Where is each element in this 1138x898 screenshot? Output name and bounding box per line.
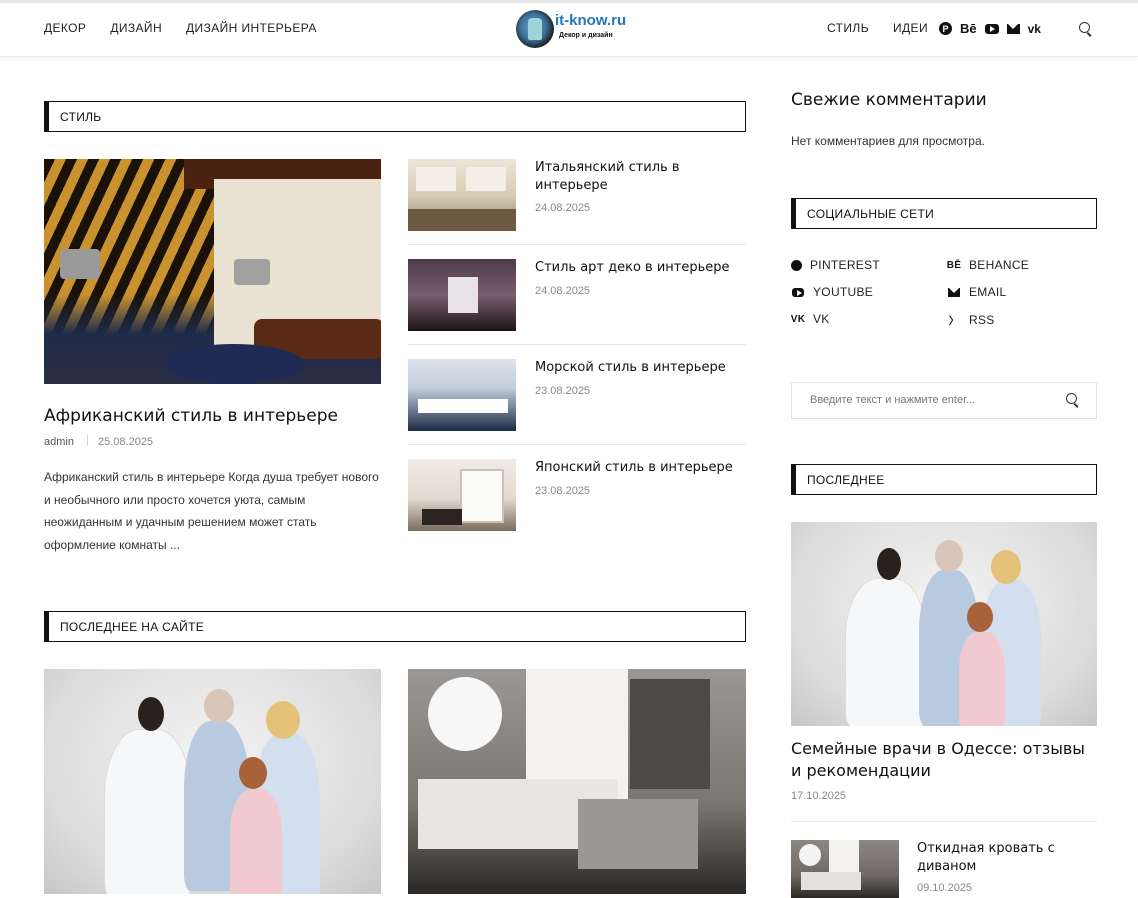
- main-nav-right: СТИЛЬ ИДЕИ: [827, 21, 928, 35]
- post-thumb-japanese[interactable]: [408, 459, 516, 531]
- header-icons: P Bē vk: [939, 21, 1092, 36]
- post-title-artdeco[interactable]: Стиль арт деко в интерьере: [535, 259, 730, 277]
- nav-item-decor[interactable]: ДЕКОР: [44, 21, 86, 35]
- latest-post-image-foldbed[interactable]: [408, 669, 746, 894]
- rss-icon: 〉: [948, 316, 960, 327]
- post-thumb-marine[interactable]: [408, 359, 516, 431]
- youtube-icon: [791, 287, 805, 297]
- featured-post-author[interactable]: admin: [44, 436, 74, 448]
- recent-post-date-foldbed: 09.10.2025: [917, 882, 973, 894]
- logo-tagline: Декор и дизайн: [559, 32, 613, 39]
- search-icon[interactable]: [1066, 393, 1079, 406]
- post-date-italian: 24.08.2025: [535, 202, 591, 214]
- sidebar-search-input[interactable]: Введите текст и нажмите enter...: [791, 382, 1097, 419]
- section-heading-social[interactable]: СОЦИАЛЬНЫЕ СЕТИ: [791, 198, 1097, 229]
- nav-item-ideas[interactable]: ИДЕИ: [893, 21, 928, 35]
- youtube-icon[interactable]: [984, 23, 999, 34]
- pinterest-icon[interactable]: P: [939, 22, 952, 35]
- featured-post-title[interactable]: Африканский стиль в интерьере: [44, 406, 338, 426]
- vk-icon[interactable]: vk: [1028, 22, 1041, 36]
- social-link-youtube[interactable]: YOUTUBE: [791, 285, 873, 299]
- section-heading-latest[interactable]: ПОСЛЕДНЕЕ НА САЙТЕ: [44, 611, 746, 642]
- recent-post-date-doctors: 17.10.2025: [791, 790, 847, 802]
- social-link-vk[interactable]: vk VK: [791, 312, 830, 326]
- post-thumb-artdeco[interactable]: [408, 259, 516, 331]
- recent-comments-title: Свежие комментарии: [791, 90, 987, 110]
- email-icon[interactable]: [1006, 23, 1020, 34]
- search-icon[interactable]: [1078, 22, 1092, 35]
- email-icon: [947, 287, 961, 297]
- social-link-behance[interactable]: Bē BEHANCE: [947, 258, 1029, 272]
- post-title-japanese[interactable]: Японский стиль в интерьере: [535, 459, 733, 477]
- no-comments-text: Нет комментариев для просмотра.: [791, 134, 985, 148]
- logo-chair-icon: [516, 10, 554, 48]
- pinterest-icon: P: [791, 259, 802, 271]
- post-date-japanese: 23.08.2025: [535, 485, 591, 497]
- list-divider: [408, 344, 746, 345]
- post-date-marine: 23.08.2025: [535, 385, 591, 397]
- nav-item-design[interactable]: ДИЗАЙН: [110, 21, 162, 35]
- logo-text: it-know.ru: [555, 12, 627, 29]
- main-nav-left: ДЕКОР ДИЗАЙН ДИЗАЙН ИНТЕРЬЕРА: [44, 21, 341, 35]
- social-link-email[interactable]: EMAIL: [947, 285, 1007, 299]
- meta-separator: |: [86, 434, 89, 446]
- vk-icon: vk: [790, 313, 806, 325]
- post-thumb-italian[interactable]: [408, 159, 516, 231]
- featured-post-image[interactable]: [44, 159, 381, 384]
- latest-post-image-doctors[interactable]: [44, 669, 381, 894]
- list-divider: [791, 821, 1097, 822]
- post-title-italian[interactable]: Итальянский стиль в интерьере: [535, 159, 735, 195]
- list-divider: [408, 244, 746, 245]
- social-link-pinterest[interactable]: P PINTEREST: [791, 258, 880, 272]
- recent-post-title-foldbed[interactable]: Откидная кровать с диваном: [917, 840, 1097, 876]
- section-heading-style[interactable]: СТИЛЬ: [44, 101, 746, 132]
- social-link-rss[interactable]: 〉 RSS: [947, 312, 995, 328]
- featured-post-date: 25.08.2025: [98, 436, 154, 448]
- menu-icon[interactable]: [1049, 23, 1065, 35]
- list-divider: [408, 444, 746, 445]
- post-date-artdeco: 24.08.2025: [535, 285, 591, 297]
- post-title-marine[interactable]: Морской стиль в интерьере: [535, 359, 726, 377]
- nav-item-style[interactable]: СТИЛЬ: [827, 21, 869, 35]
- recent-post-title-doctors[interactable]: Семейные врачи в Одессе: отзывы и рекомен…: [791, 738, 1101, 782]
- behance-icon: Bē: [946, 259, 962, 271]
- site-logo[interactable]: it-know.ru Декор и дизайн: [516, 10, 636, 50]
- nav-item-interior-design[interactable]: ДИЗАЙН ИНТЕРЬЕРА: [186, 21, 317, 35]
- site-header: ДЕКОР ДИЗАЙН ДИЗАЙН ИНТЕРЬЕРА it-know.ru Д…: [0, 3, 1138, 57]
- section-heading-recent[interactable]: ПОСЛЕДНЕЕ: [791, 464, 1097, 495]
- featured-post-excerpt: Африканский стиль в интерьере Когда душа…: [44, 470, 379, 552]
- behance-icon[interactable]: Bē: [960, 21, 977, 36]
- recent-post-thumb-foldbed[interactable]: [791, 840, 899, 898]
- recent-post-image-doctors[interactable]: [791, 522, 1097, 726]
